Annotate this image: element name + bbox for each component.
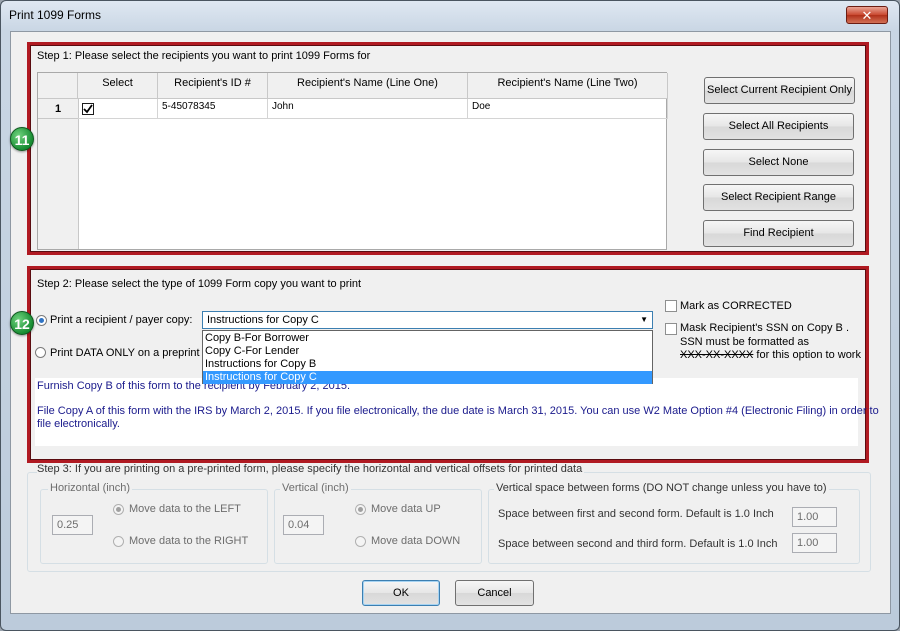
vertical-group-title: Vertical (inch)	[280, 482, 351, 494]
combo-value: Instructions for Copy C	[207, 314, 319, 326]
mask-ssn-checkbox[interactable]	[665, 323, 677, 335]
print-copy-radio[interactable]	[36, 315, 47, 326]
annotation-badge-12: 12	[10, 311, 34, 335]
select-all-recipients-button[interactable]: Select All Recipients	[703, 113, 854, 140]
row-number[interactable]: 1	[38, 99, 78, 119]
table-cell-name-line-one[interactable]: John	[268, 99, 468, 119]
dropdown-option-selected[interactable]: Instructions for Copy C	[203, 371, 652, 384]
column-header-recipient-id[interactable]: Recipient's ID #	[158, 73, 268, 99]
mask-ssn-label-line3: XXX-XX-XXXX for this option to work	[680, 349, 861, 361]
move-right-label: Move data to the RIGHT	[129, 535, 249, 547]
move-up-radio[interactable]	[355, 504, 366, 515]
step2-label: Step 2: Please select the type of 1099 F…	[37, 278, 364, 290]
column-header-name-line-one[interactable]: Recipient's Name (Line One)	[268, 73, 468, 99]
select-current-recipient-button[interactable]: Select Current Recipient Only	[704, 77, 855, 104]
close-button[interactable]: ✕	[846, 6, 888, 24]
ok-button[interactable]: OK	[362, 580, 440, 606]
info-panel: Furnish Copy B of this form to the recip…	[35, 378, 879, 446]
print-data-only-radio[interactable]	[35, 347, 46, 358]
table-cell-recipient-id[interactable]: 5-45078345	[158, 99, 268, 119]
horizontal-offset-input[interactable]: 0.25	[52, 515, 93, 535]
ssn-pattern: XXX-XX-XXXX	[680, 349, 754, 361]
mark-corrected-checkbox[interactable]	[665, 300, 677, 312]
dropdown-option[interactable]: Instructions for Copy B	[203, 358, 652, 371]
print-copy-label: Print a recipient / payer copy:	[50, 314, 193, 326]
move-left-label: Move data to the LEFT	[129, 503, 241, 515]
move-up-label: Move data UP	[371, 503, 441, 515]
mark-corrected-label: Mark as CORRECTED	[680, 300, 792, 312]
vertical-offset-input[interactable]: 0.04	[283, 515, 324, 535]
print-data-only-label: Print DATA ONLY on a preprinte	[50, 347, 200, 359]
ssn-pattern-rest: for this option to work	[756, 349, 861, 361]
copy-type-dropdown-list[interactable]: Copy B-For Borrower Copy C-For Lender In…	[202, 330, 653, 384]
window-title: Print 1099 Forms	[9, 8, 102, 22]
move-right-radio[interactable]	[113, 536, 124, 547]
cancel-button[interactable]: Cancel	[455, 580, 534, 606]
table-cell-name-line-two[interactable]: Doe	[468, 99, 668, 119]
select-none-button[interactable]: Select None	[703, 149, 854, 176]
info-file-text: File Copy A of this form with the IRS by…	[37, 405, 879, 417]
mask-ssn-label: Mask Recipient's SSN on Copy B .	[680, 322, 850, 334]
recipients-grid[interactable]: Select Recipient's ID # Recipient's Name…	[37, 72, 668, 250]
checkmark-icon	[83, 104, 93, 114]
copy-type-combobox[interactable]: Instructions for Copy C ▼	[202, 311, 653, 329]
dropdown-option[interactable]: Copy B-For Borrower	[203, 332, 652, 345]
grid-corner-header	[38, 73, 78, 99]
table-row-select-cell[interactable]	[78, 99, 158, 119]
mask-ssn-label-line2: SSN must be formatted as	[680, 336, 809, 348]
spacing-second-third-input[interactable]: 1.00	[792, 533, 837, 553]
step3-label: Step 3: If you are printing on a pre-pri…	[37, 463, 585, 475]
move-left-radio[interactable]	[113, 504, 124, 515]
spacing-second-third-label: Space between second and third form. Def…	[498, 538, 778, 550]
dropdown-arrow-icon[interactable]: ▼	[640, 315, 648, 324]
select-recipient-range-button[interactable]: Select Recipient Range	[703, 184, 854, 211]
find-recipient-button[interactable]: Find Recipient	[703, 220, 854, 247]
dropdown-option[interactable]: Copy C-For Lender	[203, 345, 652, 358]
column-header-select[interactable]: Select	[78, 73, 158, 99]
annotation-badge-11: 11	[10, 127, 34, 151]
spacing-first-second-label: Space between first and second form. Def…	[498, 508, 774, 520]
row-select-checkbox[interactable]	[82, 103, 94, 115]
spacing-first-second-input[interactable]: 1.00	[792, 507, 837, 527]
move-down-radio[interactable]	[355, 536, 366, 547]
step1-label: Step 1: Please select the recipients you…	[37, 50, 373, 62]
spacing-group-title: Vertical space between forms (DO NOT cha…	[494, 482, 829, 494]
info-file-text-cont: file electronically.	[37, 418, 120, 430]
column-header-name-line-two[interactable]: Recipient's Name (Line Two)	[468, 73, 668, 99]
move-down-label: Move data DOWN	[371, 535, 461, 547]
horizontal-group-title: Horizontal (inch)	[48, 482, 133, 494]
title-bar[interactable]: Print 1099 Forms ✕	[0, 0, 898, 30]
